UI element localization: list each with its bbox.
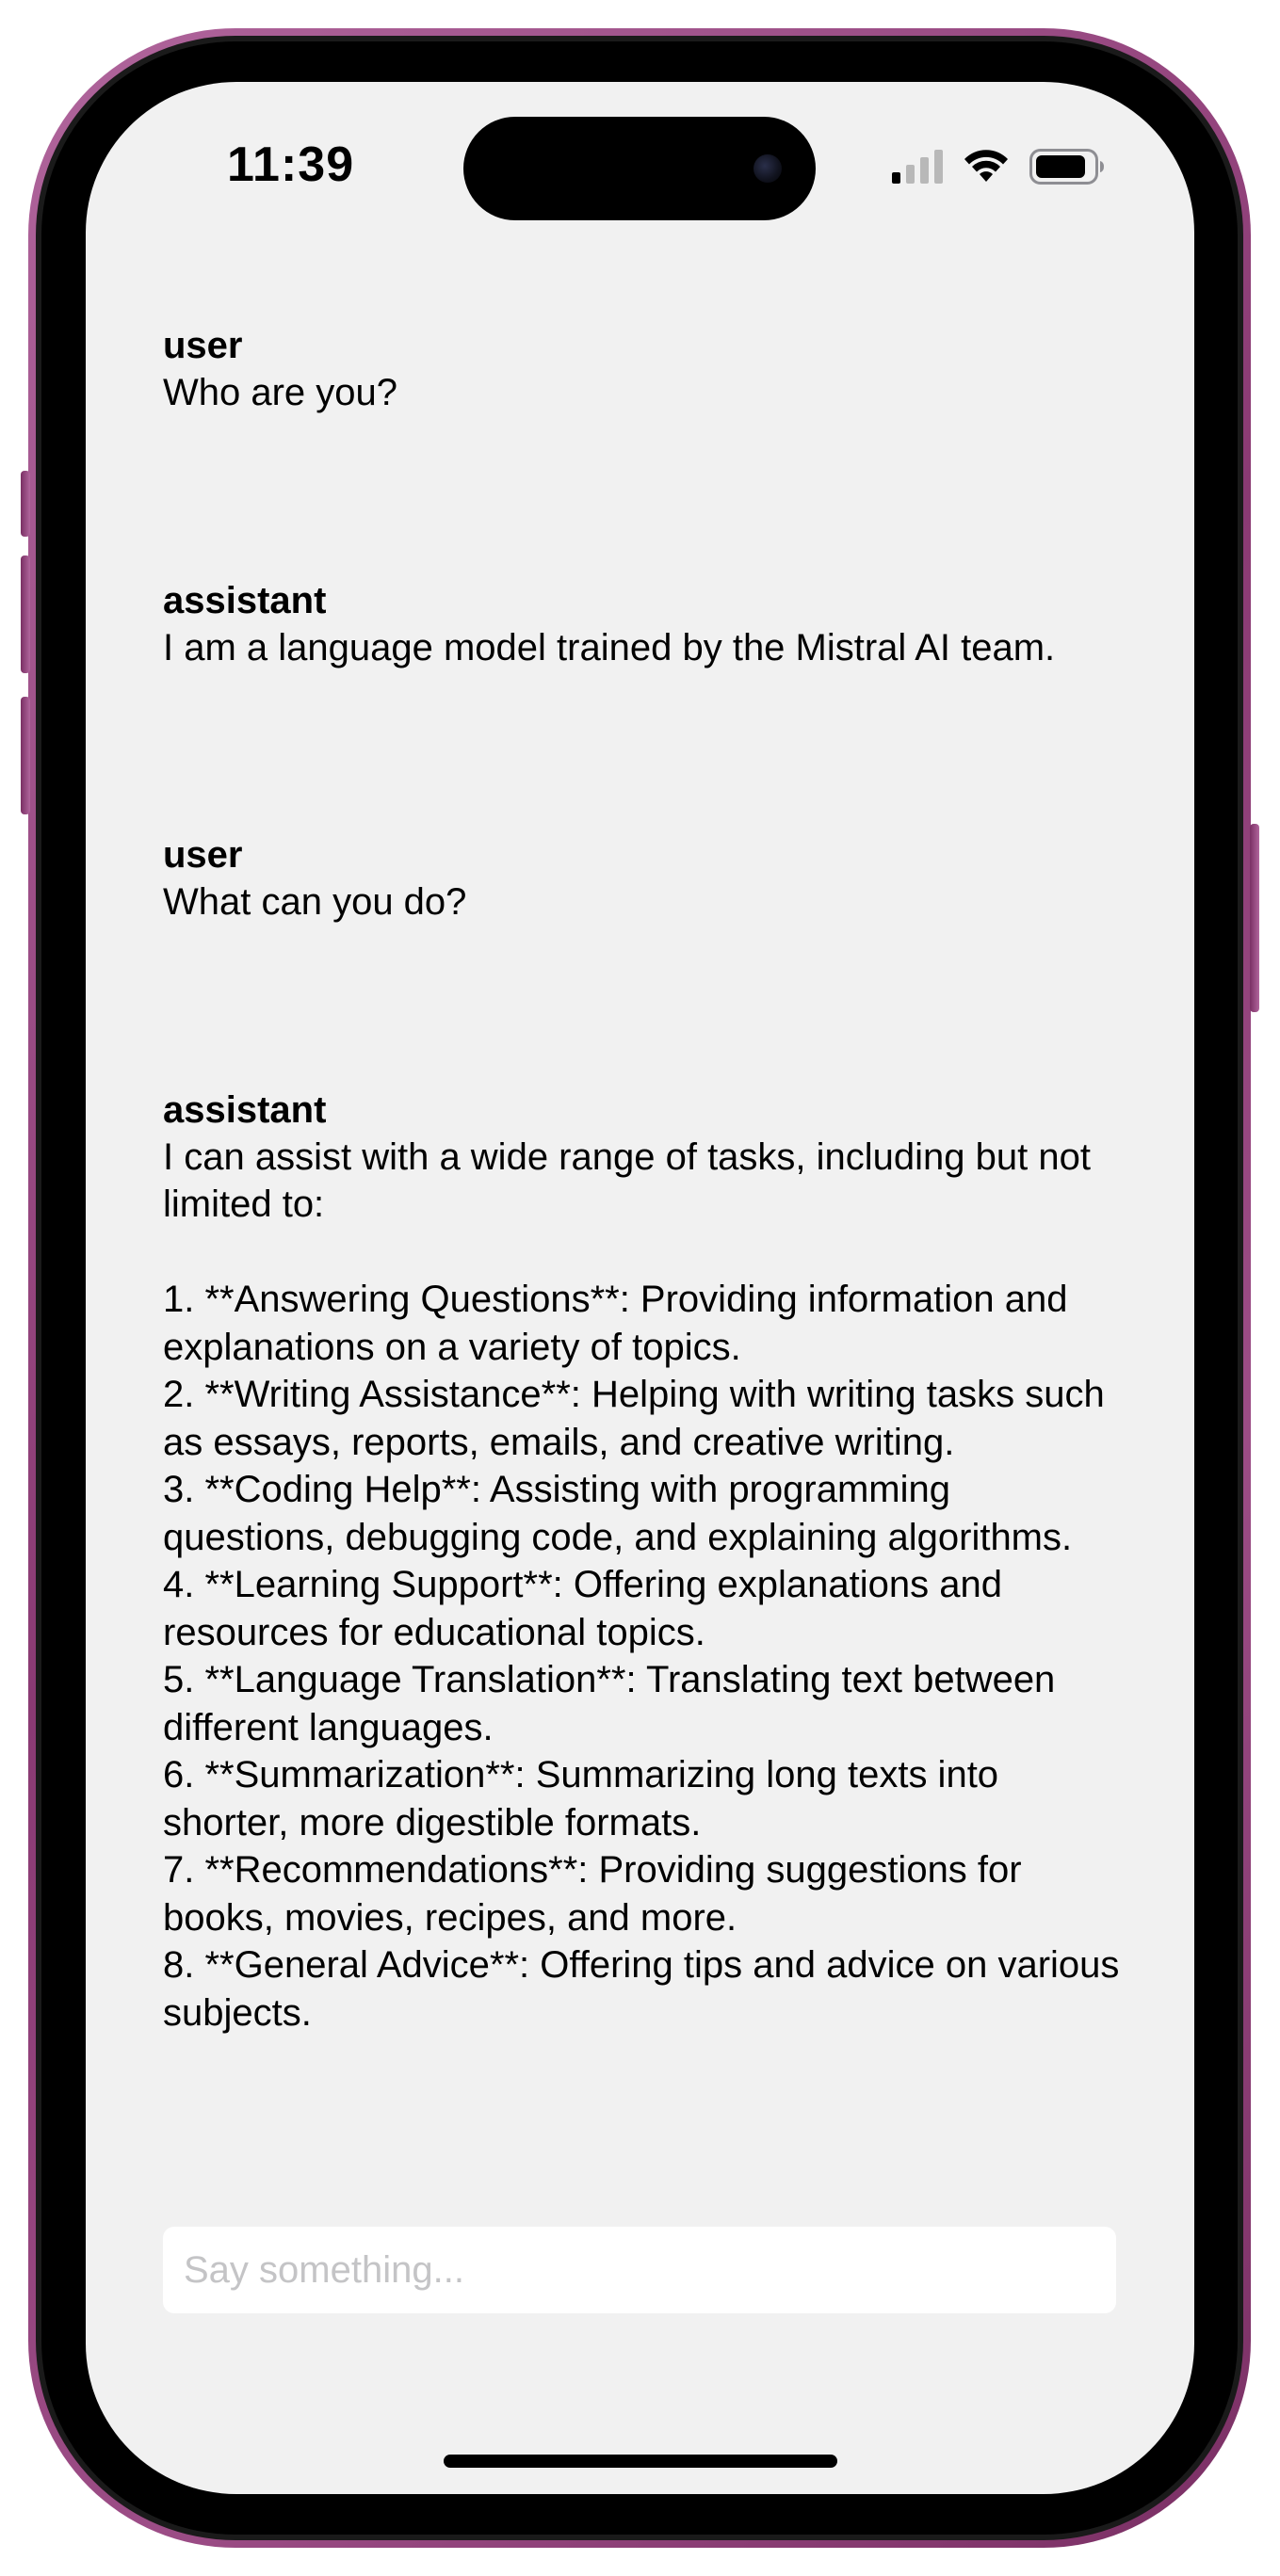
message-text: I am a language model trained by the Mis… bbox=[163, 626, 1056, 668]
status-bar: 11:39 bbox=[86, 82, 1194, 251]
wifi-icon bbox=[964, 150, 1009, 184]
front-camera-icon bbox=[753, 154, 782, 183]
message-assistant: assistant I am a language model trained … bbox=[163, 577, 1124, 672]
chat-transcript[interactable]: user Who are you? assistant I am a langu… bbox=[163, 322, 1124, 2139]
message-user: user Who are you? bbox=[163, 322, 1124, 417]
message-role: assistant bbox=[163, 1088, 327, 1131]
message-input[interactable] bbox=[163, 2227, 1116, 2313]
dynamic-island bbox=[463, 117, 816, 220]
status-icons bbox=[892, 148, 1105, 185]
power-button bbox=[1250, 824, 1259, 1012]
message-role: assistant bbox=[163, 579, 327, 621]
status-time: 11:39 bbox=[227, 137, 355, 192]
message-text: Who are you? bbox=[163, 372, 398, 413]
message-role: user bbox=[163, 834, 243, 876]
message-text: What can you do? bbox=[163, 881, 467, 923]
home-indicator[interactable] bbox=[444, 2455, 837, 2468]
cellular-signal-icon bbox=[892, 150, 943, 184]
message-role: user bbox=[163, 325, 243, 366]
volume-up-button bbox=[21, 555, 30, 673]
app-screen: 11:39 user Who are you? assistant I am a… bbox=[86, 82, 1194, 2494]
battery-icon bbox=[1029, 149, 1105, 185]
message-user: user What can you do? bbox=[163, 831, 1124, 926]
message-assistant: assistant I can assist with a wide range… bbox=[163, 1087, 1124, 2037]
action-button bbox=[21, 471, 30, 537]
volume-down-button bbox=[21, 697, 30, 814]
message-text: I can assist with a wide range of tasks,… bbox=[163, 1135, 1120, 2034]
